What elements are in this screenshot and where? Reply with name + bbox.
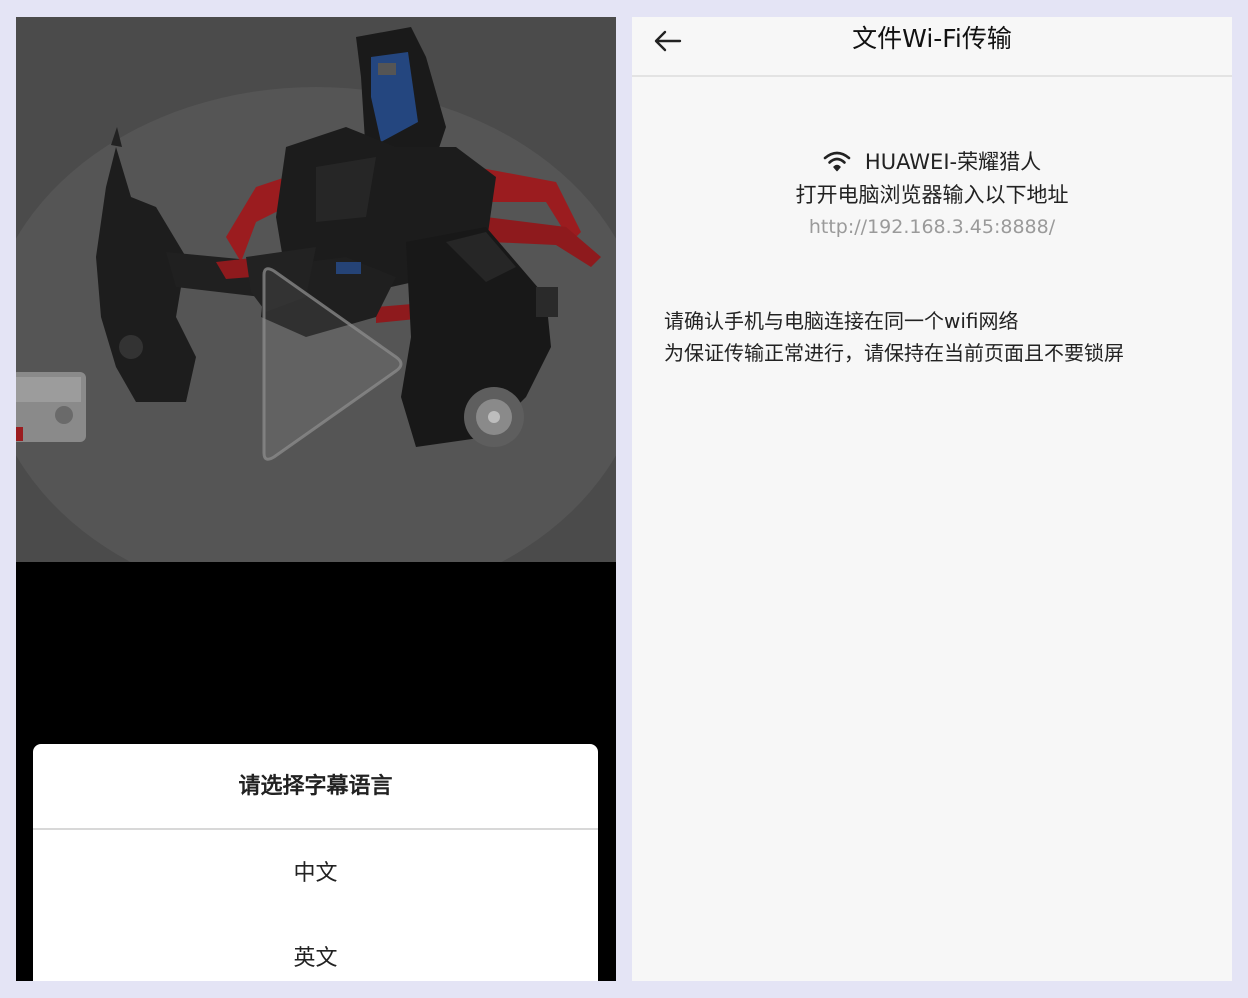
note-keep-screen-on: 为保证传输正常进行，请保持在当前页面且不要锁屏 (664, 341, 1124, 365)
network-info: HUAWEI-荣耀猎人 (632, 145, 1232, 177)
notes: 请确认手机与电脑连接在同一个wifi网络 为保证传输正常进行，请保持在当前页面且… (664, 305, 1224, 369)
wifi-icon (823, 151, 851, 172)
subtitle-language-dialog: 请选择字幕语言 中文 英文 (33, 744, 598, 981)
top-bar: 文件Wi-Fi传输 (632, 17, 1232, 77)
server-address[interactable]: http://192.168.3.45:8888/ (632, 211, 1232, 243)
network-name: HUAWEI-荣耀猎人 (864, 150, 1042, 174)
instruction-text: 打开电脑浏览器输入以下地址 (795, 183, 1069, 207)
wifi-transfer-screen: 文件Wi-Fi传输 HUAWEI-荣耀猎人 打开电脑浏览器输入以下地址 http… (632, 17, 1232, 981)
play-icon[interactable] (246, 257, 406, 467)
option-chinese[interactable]: 中文 (33, 830, 598, 915)
video-player-screen: 请选择字幕语言 中文 英文 (16, 17, 616, 981)
video-preview[interactable] (16, 17, 616, 562)
dialog-title: 请选择字幕语言 (33, 744, 598, 830)
option-english[interactable]: 英文 (33, 915, 598, 981)
page-title: 文件Wi-Fi传输 (852, 24, 1012, 53)
note-same-network: 请确认手机与电脑连接在同一个wifi网络 (664, 309, 1019, 333)
